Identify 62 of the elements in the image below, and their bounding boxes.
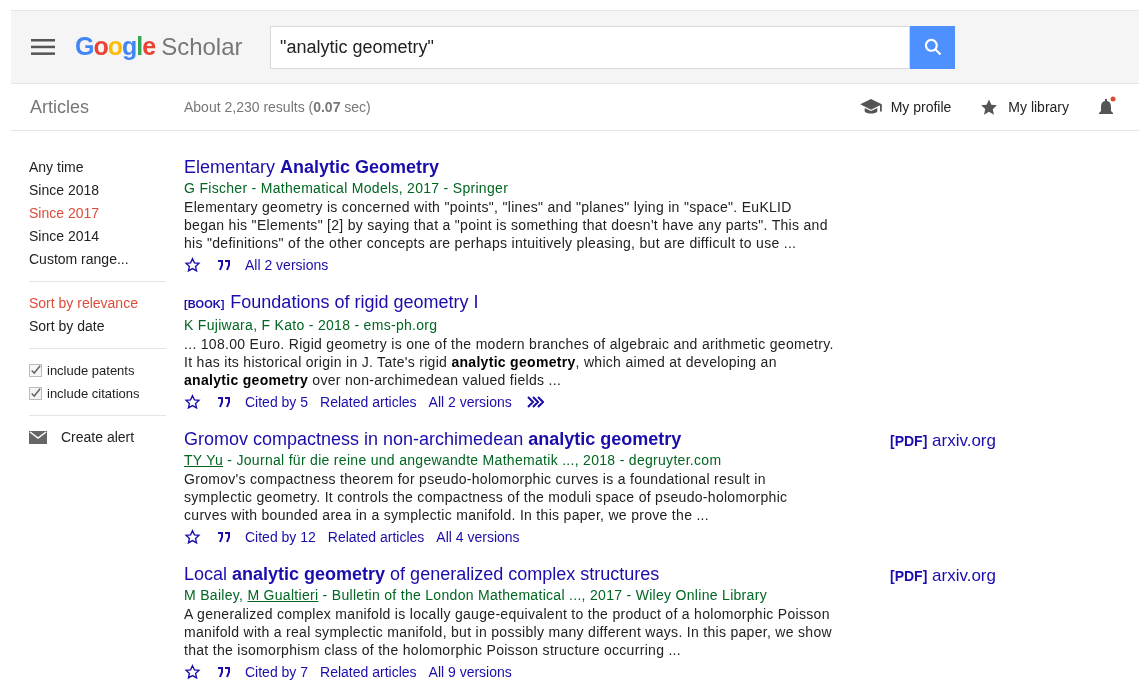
- result-title-link[interactable]: Local analytic geometry of generalized complex structures: [184, 563, 660, 585]
- double-chevron-icon[interactable]: [525, 396, 544, 408]
- publication-info: - Mathematical Models, 2017 - Springer: [250, 179, 509, 198]
- result-action-link[interactable]: All 9 versions: [428, 661, 512, 683]
- time-filter-link[interactable]: Since 2018: [29, 179, 166, 202]
- result-snippet: Gromov's compactness theorem for pseudo-holomorphic curves is a foundational result in symplectic geometry. It controls the compactness of the moduli space of pseudo-holomorphic curves with bounded area in a symplectic manifold. In this paper, we prove the ...: [184, 470, 789, 524]
- pdf-link[interactable]: [PDF] arxiv.org: [890, 428, 996, 450]
- result-action-link[interactable]: Related articles: [320, 661, 417, 683]
- checkbox-label[interactable]: include patents: [47, 360, 135, 381]
- search-icon: [922, 37, 943, 57]
- result-action-link[interactable]: Cited by 5: [245, 391, 309, 413]
- publication-info: - Journal für die reine und angewandte Mathematik ..., 2018 - degruyter.com: [226, 451, 722, 470]
- time-filter-link[interactable]: Since 2017: [29, 202, 166, 225]
- publication-info: G Fischer: [184, 179, 248, 198]
- cite-quote-icon[interactable]: [215, 666, 233, 678]
- cite-quote-icon[interactable]: [215, 259, 233, 271]
- result-title-link[interactable]: Elementary Analytic Geometry: [184, 156, 440, 178]
- checkbox[interactable]: [29, 364, 42, 377]
- menu-icon[interactable]: [31, 39, 55, 55]
- result-action-link[interactable]: Cited by 7: [245, 661, 309, 683]
- cite-quote-icon[interactable]: [215, 531, 233, 543]
- publication-info: - Bulletin of the London Mathematical ..., 2017 - Wiley Online Library: [321, 586, 767, 605]
- logo-wordmark[interactable]: Google: [75, 28, 156, 66]
- star-icon[interactable]: [184, 529, 201, 545]
- result-snippet: Elementary geometry is concerned with "points", "lines" and "planes" lying in "space". EuKLID began his "Elements" [2] by saying that a "point is something that doesn't have any parts". This and his "definitions" of the other concepts are perhaps intuitively pleasing, but are difficult to use ...: [184, 198, 829, 252]
- result-action-link[interactable]: All 2 versions: [428, 391, 512, 413]
- search-field[interactable]: "analytic geometry": [270, 25, 910, 69]
- time-filter-link[interactable]: Any time: [29, 156, 166, 179]
- type-tag: [BOOK]: [184, 293, 225, 315]
- library-link[interactable]: My library: [979, 96, 1069, 118]
- section-label: Articles: [30, 95, 90, 119]
- graduation-cap-icon: [859, 98, 882, 116]
- checkbox[interactable]: [29, 387, 42, 400]
- envelope-icon: [29, 431, 47, 444]
- logo-text[interactable]: Scholar: [161, 29, 243, 66]
- result-title-link[interactable]: Gromov compactness in non-archimedean analytic geometry: [184, 428, 682, 450]
- profile-link[interactable]: My profile: [859, 96, 952, 118]
- result-action-link[interactable]: Cited by 12: [245, 526, 316, 548]
- time-filter-link[interactable]: Custom range...: [29, 248, 166, 271]
- star-icon[interactable]: [184, 257, 201, 273]
- author-link[interactable]: M Gualtieri: [247, 585, 319, 605]
- publication-info: K Fujiwara, F Kato - 2018 - ems-ph.org: [184, 316, 438, 335]
- create-alert-link[interactable]: Create alert: [29, 426, 166, 449]
- result-snippet: A generalized complex manifold is locally gauge-equivalent to the product of a holomorphic Poisson manifold with a real symplectic manifold, but in possibly many different ways. In this paper, we show that the isomorphism class of the holomorphic Poisson structure occurring ...: [184, 605, 833, 659]
- result-action-link[interactable]: All 2 versions: [245, 254, 329, 276]
- result-title-link[interactable]: Foundations of rigid geometry I: [230, 291, 479, 313]
- result-stats: About 2,230 results (0.07 sec): [184, 97, 371, 117]
- sort-link[interactable]: Sort by relevance: [29, 292, 166, 315]
- publication-info: M Bailey,: [184, 586, 245, 605]
- author-link[interactable]: TY Yu: [184, 450, 224, 470]
- checkbox-label[interactable]: include citations: [47, 383, 140, 404]
- result-snippet: ... 108.00 Euro. Rigid geometry is one of the modern branches of algebraic and arithmetic geometry. It has its historical origin in J. Tate's rigid analytic geometry, which aimed at developing an analytic geometry over non-archimedean valued fields ...: [184, 335, 834, 389]
- pdf-link[interactable]: [PDF] arxiv.org: [890, 563, 996, 585]
- result-action-link[interactable]: Related articles: [327, 526, 425, 548]
- star-icon[interactable]: [184, 394, 201, 410]
- star-icon[interactable]: [184, 664, 201, 680]
- sort-link[interactable]: Sort by date: [29, 315, 166, 338]
- result-action-link[interactable]: All 4 versions: [436, 526, 520, 548]
- search-button[interactable]: [910, 25, 955, 69]
- time-filter-link[interactable]: Since 2014: [29, 225, 166, 248]
- result-action-link[interactable]: Related articles: [320, 391, 417, 413]
- cite-quote-icon[interactable]: [215, 396, 233, 408]
